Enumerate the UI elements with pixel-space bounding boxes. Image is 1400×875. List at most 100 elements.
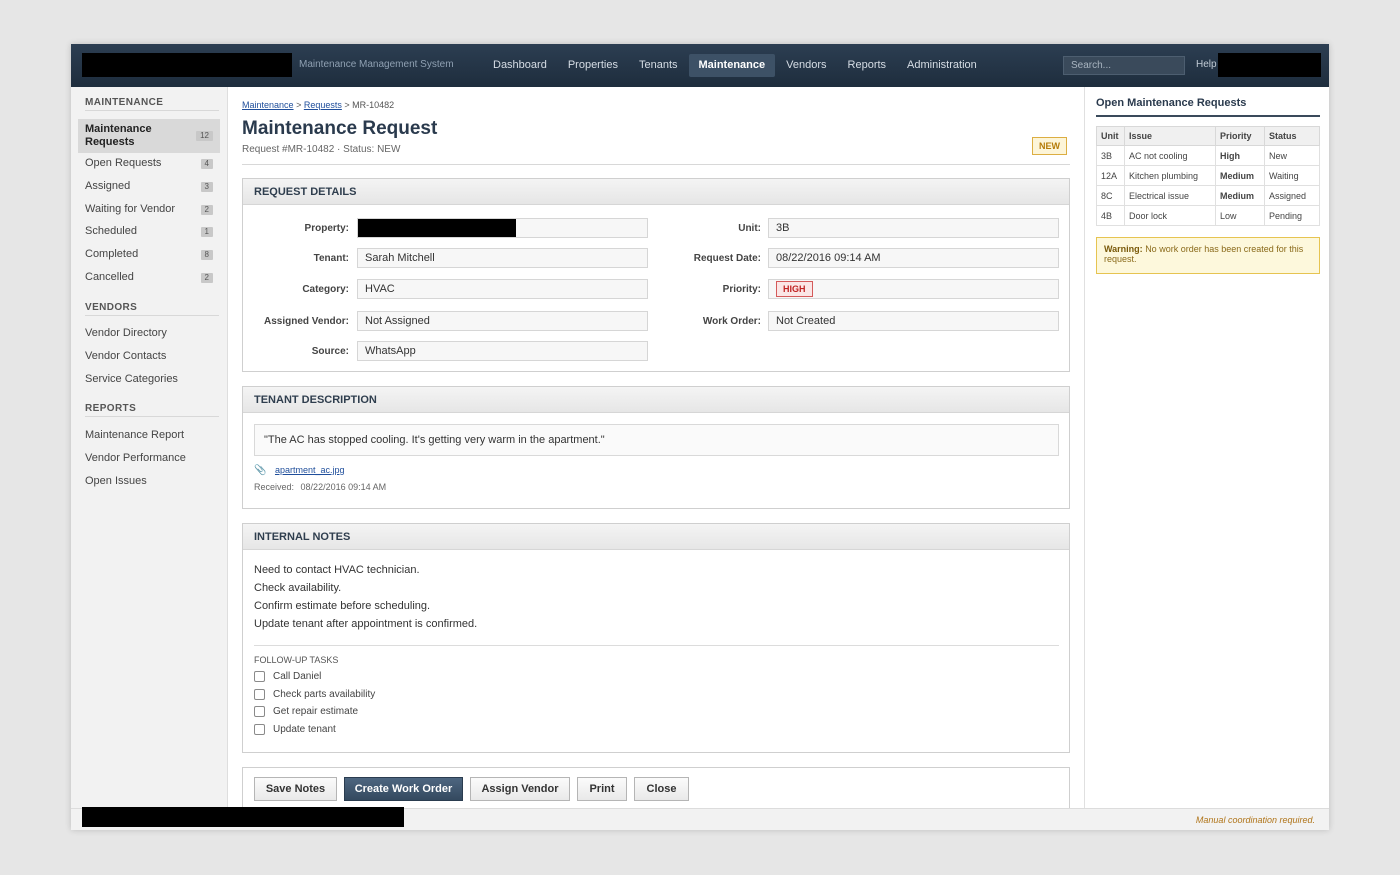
- note-line: Need to contact HVAC technician.: [254, 564, 420, 576]
- sidebar-heading-maintenance: MAINTENANCE: [85, 97, 164, 108]
- redacted-user: [1218, 53, 1321, 77]
- category-label: Category:: [302, 284, 349, 295]
- request-date-label: Request Date:: [693, 253, 761, 264]
- breadcrumb: Maintenance > Requests > MR-10482: [242, 100, 394, 110]
- sidebar-item-maintenance-requests[interactable]: Maintenance Requests 12: [78, 119, 220, 153]
- close-button[interactable]: Close: [634, 777, 689, 801]
- column-header: Unit: [1096, 126, 1125, 146]
- main-content: Maintenance > Requests > MR-10482 Mainte…: [229, 87, 1084, 812]
- save-notes-button[interactable]: Save Notes: [254, 777, 337, 801]
- sidebar-item-vendor-contacts[interactable]: Vendor Contacts: [78, 350, 220, 363]
- task-check-parts[interactable]: Check parts availability: [254, 689, 375, 700]
- task-label: Get repair estimate: [273, 706, 359, 717]
- property-label: Property:: [304, 223, 349, 234]
- note-line: Confirm estimate before scheduling.: [254, 600, 431, 612]
- task-call-daniel[interactable]: Call Daniel: [254, 671, 321, 682]
- category-field: HVAC: [357, 279, 648, 299]
- panel-heading: TENANT DESCRIPTION: [243, 387, 1069, 413]
- sidebar-item-scheduled[interactable]: Scheduled 1: [78, 225, 220, 239]
- help-link[interactable]: Help: [1196, 59, 1217, 70]
- sidebar-item-label: Open Requests: [85, 157, 162, 169]
- cell-status: Assigned: [1264, 185, 1320, 206]
- nav-maintenance[interactable]: Maintenance: [688, 54, 776, 77]
- sidebar-item-label: Assigned: [85, 180, 131, 192]
- sidebar-item-service-categories[interactable]: Service Categories: [78, 373, 220, 386]
- count-badge: 2: [200, 205, 213, 215]
- priority-field: HIGH: [768, 279, 1059, 299]
- task-label: Check parts availability: [273, 689, 376, 700]
- task-checkbox[interactable]: [254, 724, 265, 735]
- count-badge: 2: [200, 273, 213, 283]
- table-row[interactable]: 4B Door lock Low Pending: [1096, 205, 1320, 226]
- task-checkbox[interactable]: [254, 706, 265, 717]
- footer-note: Manual coordination required.: [1195, 815, 1315, 825]
- assign-vendor-button[interactable]: Assign Vendor: [470, 777, 570, 801]
- nav-administration[interactable]: Administration: [897, 54, 987, 77]
- sidebar-item-maintenance-report[interactable]: Maintenance Report: [78, 429, 220, 442]
- sidebar-item-completed[interactable]: Completed 8: [78, 248, 220, 262]
- count-badge: 3: [200, 182, 213, 192]
- received-label: Received:: [254, 482, 295, 492]
- action-bar: Save Notes Create Work Order Assign Vend…: [242, 767, 1070, 812]
- cell-priority: Medium: [1215, 185, 1265, 206]
- nav-properties[interactable]: Properties: [558, 54, 628, 77]
- column-header: Priority: [1215, 126, 1265, 146]
- breadcrumb-maintenance[interactable]: Maintenance: [242, 100, 294, 110]
- search-input[interactable]: Search...: [1063, 56, 1185, 75]
- cell-unit: 4B: [1096, 205, 1125, 226]
- sidebar-item-label: Maintenance Requests: [85, 123, 152, 148]
- sidebar-item-vendor-performance[interactable]: Vendor Performance: [78, 452, 220, 465]
- count-badge: 8: [200, 250, 213, 260]
- request-details-panel: REQUEST DETAILS Property: Tenant: Sarah …: [242, 178, 1070, 372]
- column-header: Status: [1264, 126, 1320, 146]
- redacted-property: [358, 219, 516, 237]
- open-requests-table: Unit Issue Priority Status 3B AC not coo…: [1096, 126, 1320, 226]
- cell-priority: Low: [1215, 205, 1265, 226]
- sidebar-item-cancelled[interactable]: Cancelled 2: [78, 271, 220, 285]
- task-update-tenant[interactable]: Update tenant: [254, 724, 336, 735]
- nav-tenants[interactable]: Tenants: [629, 54, 688, 77]
- sidebar-item-vendor-directory[interactable]: Vendor Directory: [78, 327, 220, 340]
- follow-up-heading: FOLLOW-UP TASKS: [254, 655, 339, 665]
- cell-issue: Kitchen plumbing: [1124, 165, 1216, 186]
- sidebar-heading-vendors: VENDORS: [85, 302, 138, 313]
- work-order-field: Not Created: [768, 311, 1059, 331]
- sidebar-item-waiting-for-vendor[interactable]: Waiting for Vendor 2: [78, 203, 220, 217]
- paperclip-icon: 📎: [254, 465, 267, 476]
- table-row[interactable]: 3B AC not cooling High New: [1096, 145, 1320, 166]
- footer: Manual coordination required.: [71, 807, 1329, 830]
- print-button[interactable]: Print: [577, 777, 627, 801]
- attachment: 📎 apartment_ac.jpg: [254, 465, 345, 476]
- top-bar: Maintenance Management System Dashboard …: [71, 44, 1329, 87]
- create-work-order-button[interactable]: Create Work Order: [344, 777, 463, 801]
- redacted-footer: [82, 807, 404, 827]
- note-line: Update tenant after appointment is confi…: [254, 618, 478, 630]
- task-repair-estimate[interactable]: Get repair estimate: [254, 706, 358, 717]
- tenant-description-panel: TENANT DESCRIPTION "The AC has stopped c…: [242, 386, 1070, 509]
- open-requests-title: Open Maintenance Requests: [1096, 97, 1247, 109]
- sidebar-item-assigned[interactable]: Assigned 3: [78, 180, 220, 194]
- sidebar-item-label: Cancelled: [85, 271, 134, 283]
- task-checkbox[interactable]: [254, 671, 265, 682]
- main-nav: Dashboard Properties Tenants Maintenance…: [483, 54, 988, 77]
- nav-vendors[interactable]: Vendors: [776, 54, 836, 77]
- sidebar-item-open-requests[interactable]: Open Requests 4: [78, 157, 220, 171]
- warning-box: Warning: No work order has been created …: [1096, 237, 1320, 274]
- nav-dashboard[interactable]: Dashboard: [483, 54, 557, 77]
- divider: [85, 110, 219, 111]
- attachment-link[interactable]: apartment_ac.jpg: [275, 465, 345, 475]
- divider: [85, 315, 219, 316]
- assigned-vendor-field: Not Assigned: [357, 311, 648, 331]
- nav-reports[interactable]: Reports: [838, 54, 897, 77]
- table-row[interactable]: 8C Electrical issue Medium Assigned: [1096, 185, 1320, 206]
- count-badge: 4: [200, 159, 213, 169]
- breadcrumb-separator: >: [296, 100, 302, 110]
- unit-label: Unit:: [738, 223, 761, 234]
- sidebar-item-open-issues[interactable]: Open Issues: [78, 475, 220, 488]
- task-checkbox[interactable]: [254, 689, 265, 700]
- breadcrumb-requests[interactable]: Requests: [304, 100, 342, 110]
- priority-badge: HIGH: [776, 281, 813, 297]
- table-row[interactable]: 12A Kitchen plumbing Medium Waiting: [1096, 165, 1320, 186]
- received-value: 08/22/2016 09:14 AM: [300, 482, 387, 492]
- breadcrumb-separator: >: [344, 100, 350, 110]
